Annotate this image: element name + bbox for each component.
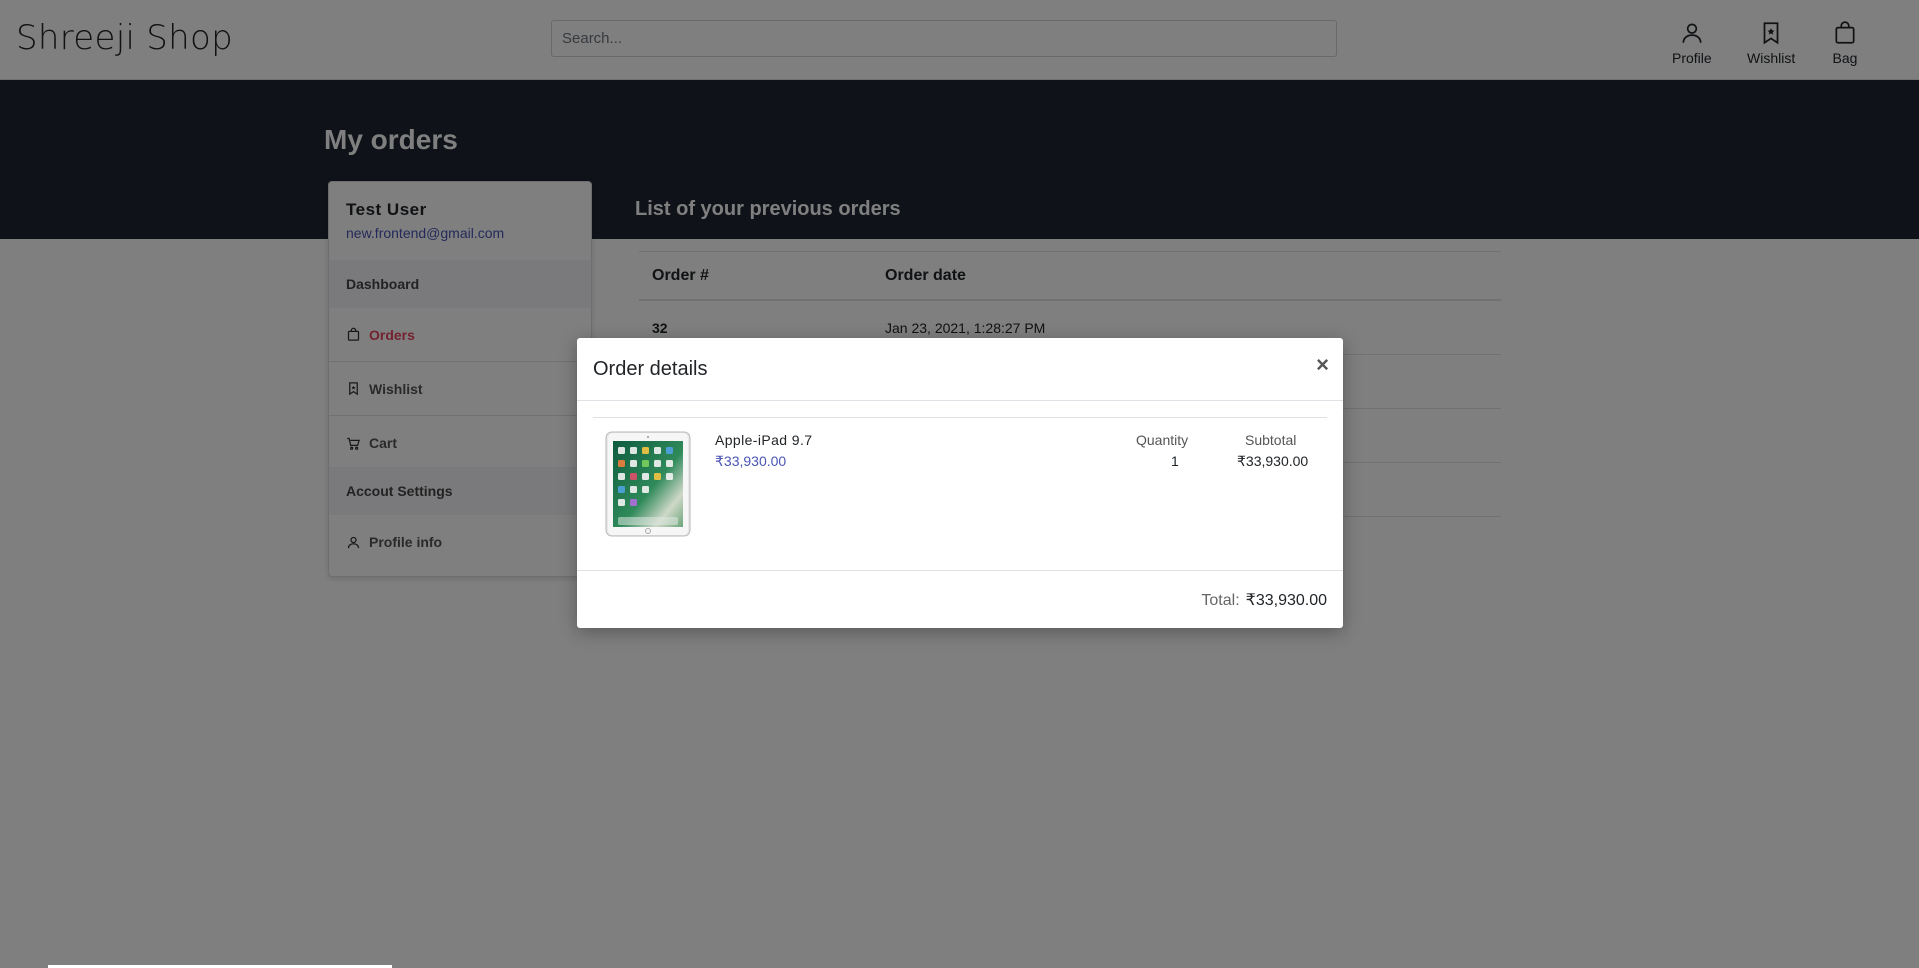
modal-footer: Total: ₹33,930.00 (577, 570, 1343, 628)
modal-header: Order details × (577, 338, 1343, 401)
subtotal-value: ₹33,930.00 (1237, 453, 1309, 469)
subtotal-label: Subtotal (1245, 432, 1297, 448)
total-value: ₹33,930.00 (1245, 592, 1327, 609)
product-image (605, 431, 691, 537)
product-price: ₹33,930.00 (715, 453, 787, 469)
order-details-modal: Order details × Apple-iPad 9.7 ₹33,930.0… (577, 338, 1343, 628)
quantity-value: 1 (1171, 453, 1179, 469)
divider (593, 417, 1327, 418)
total-label: Total: (1201, 592, 1240, 609)
modal-title: Order details (593, 358, 708, 380)
order-total: Total: ₹33,930.00 (1201, 590, 1327, 610)
modal-body: Apple-iPad 9.7 ₹33,930.00 Quantity 1 Sub… (593, 417, 1327, 565)
quantity-label: Quantity (1136, 432, 1189, 448)
close-button[interactable]: × (1316, 352, 1329, 378)
product-name[interactable]: Apple-iPad 9.7 (715, 432, 812, 448)
